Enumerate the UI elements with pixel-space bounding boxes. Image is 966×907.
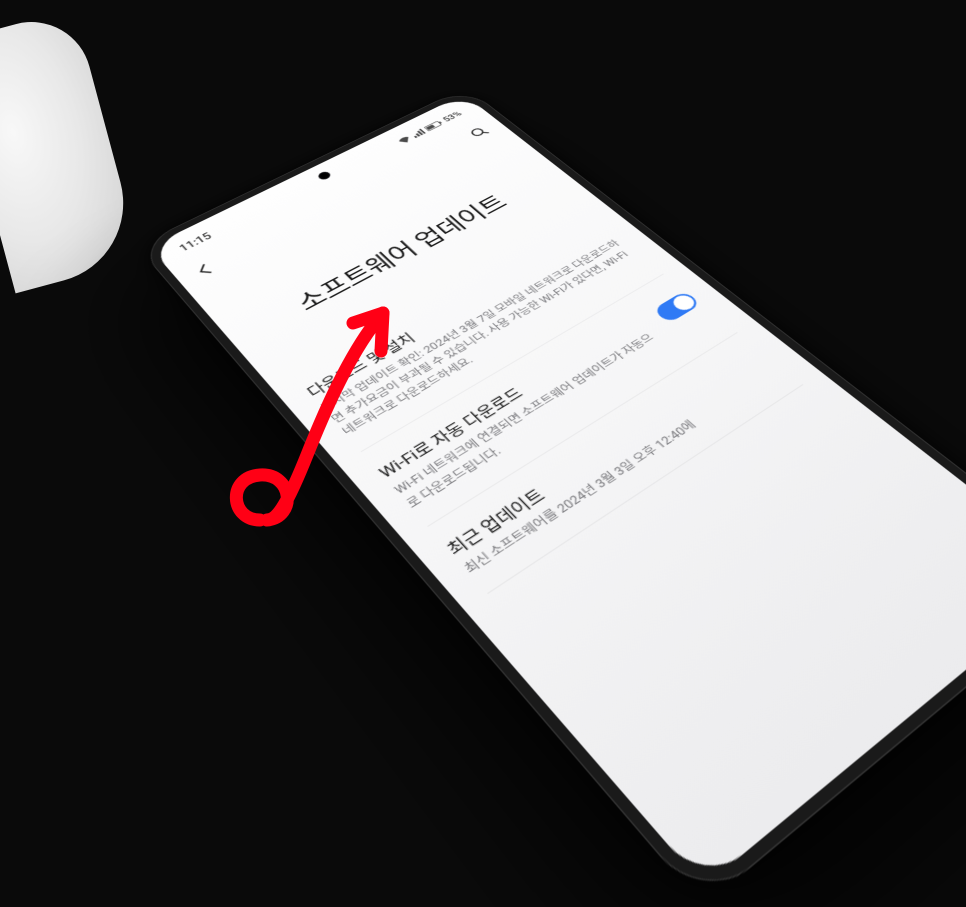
search-button[interactable] xyxy=(466,124,495,143)
phone-screen: 11:15 53% xyxy=(149,94,966,886)
auto-download-toggle[interactable] xyxy=(653,291,702,324)
background-object xyxy=(0,9,141,294)
signal-icon xyxy=(410,129,426,139)
phone-stage: 11:15 53% xyxy=(230,30,966,670)
battery-icon xyxy=(423,119,445,132)
back-button[interactable] xyxy=(190,259,221,282)
battery-percent: 53% xyxy=(441,110,464,124)
phone-frame: 11:15 53% xyxy=(136,87,966,907)
clock: 11:15 xyxy=(177,231,214,254)
wifi-icon xyxy=(396,135,413,145)
